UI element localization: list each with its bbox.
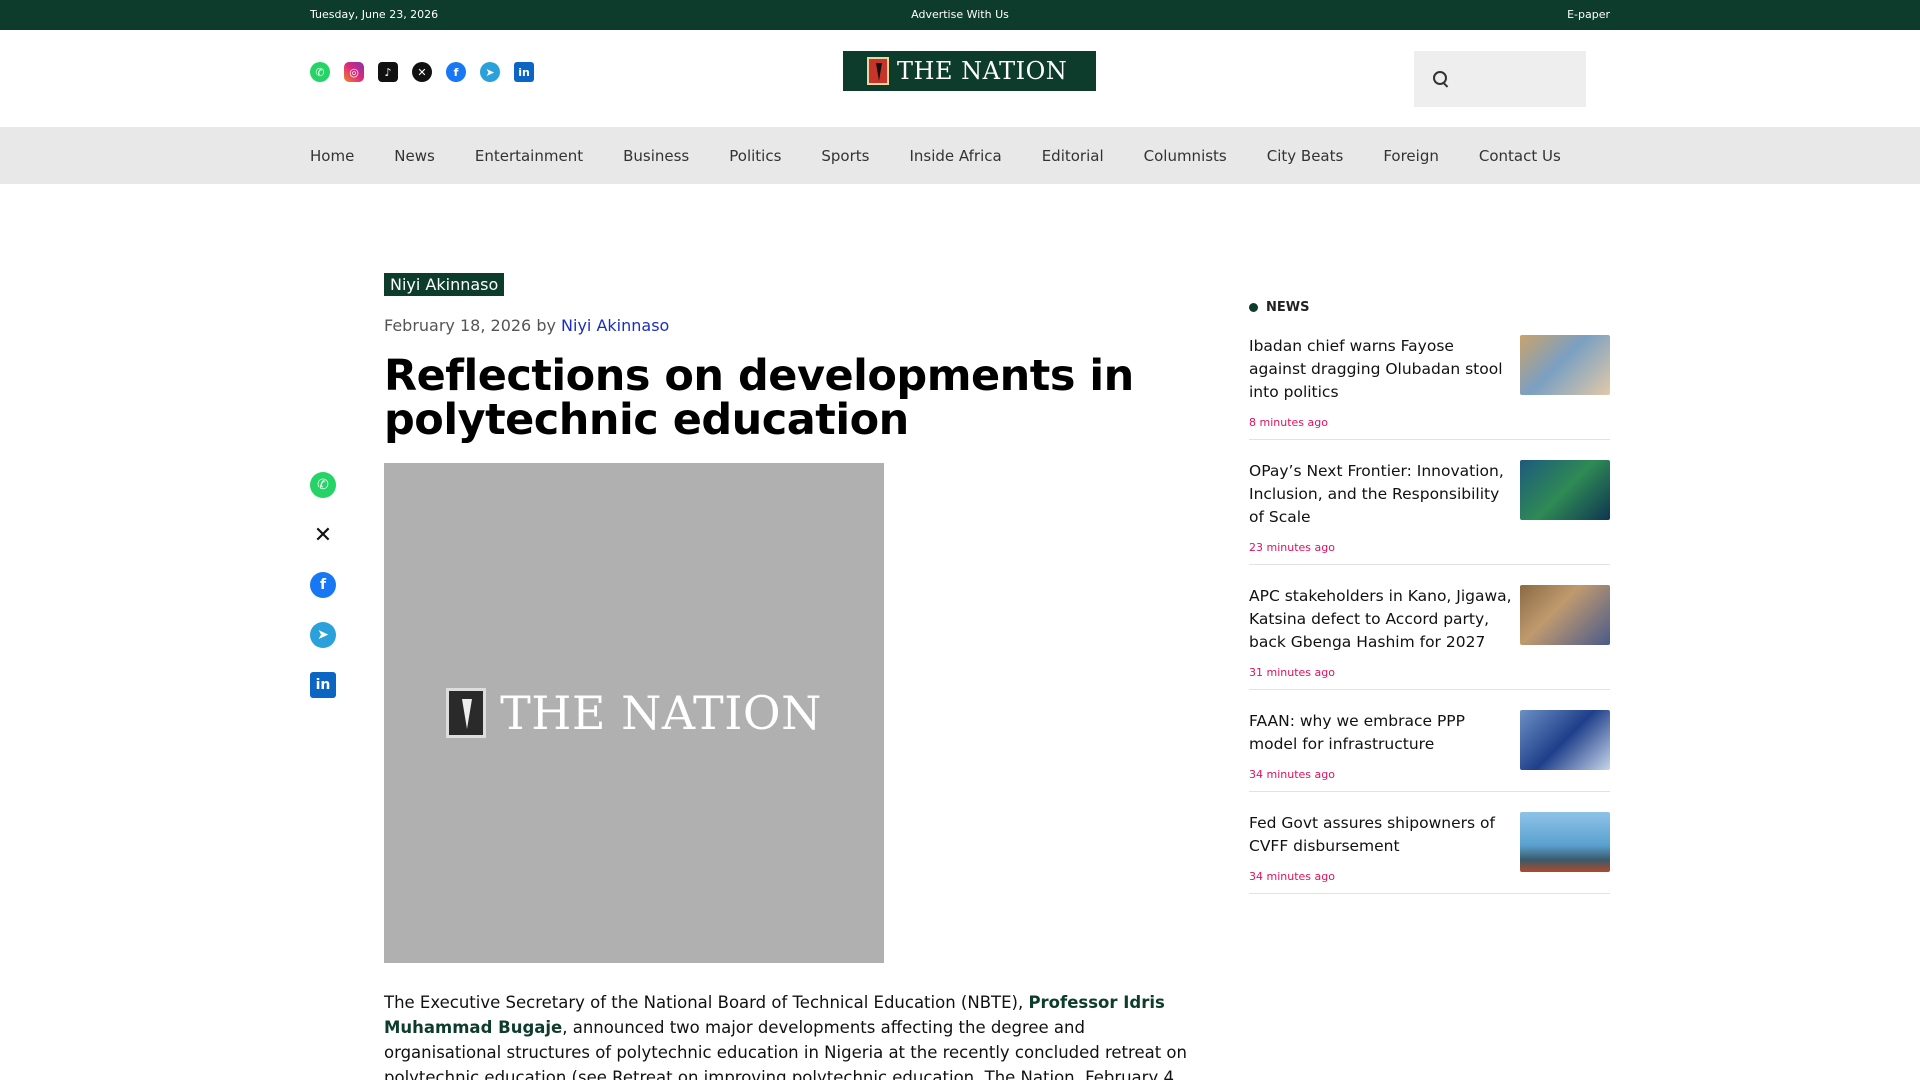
share-linkedin-icon[interactable]: in (310, 672, 336, 698)
search-icon[interactable] (1432, 70, 1450, 88)
facebook-icon[interactable]: f (446, 62, 466, 82)
nav-item-editorial[interactable]: Editorial (1042, 147, 1104, 165)
bullet-dot-icon (1249, 303, 1258, 312)
news-item-title[interactable]: OPay’s Next Frontier: Innovation, Inclus… (1249, 460, 1514, 529)
news-item-thumbnail[interactable] (1520, 585, 1610, 645)
nav-item-entertainment[interactable]: Entertainment (475, 147, 583, 165)
news-item-time: 23 minutes ago (1249, 541, 1335, 554)
news-item-title[interactable]: Ibadan chief warns Fayose against draggi… (1249, 335, 1514, 404)
telegram-icon[interactable]: ➤ (480, 62, 500, 82)
x-icon[interactable]: ✕ (412, 62, 432, 82)
body-text-prefix: The Executive Secretary of the National … (384, 993, 1029, 1012)
share-x-icon[interactable]: ✕ (310, 522, 336, 548)
main-nav: Home News Entertainment Business Politic… (0, 127, 1920, 184)
list-item[interactable]: APC stakeholders in Kano, Jigawa, Katsin… (1249, 585, 1610, 690)
nav-item-inside-africa[interactable]: Inside Africa (909, 147, 1001, 165)
list-item[interactable]: OPay’s Next Frontier: Innovation, Inclus… (1249, 460, 1610, 565)
advertise-link[interactable]: Advertise With Us (0, 8, 1920, 21)
linkedin-icon[interactable]: in (514, 62, 534, 82)
article-meta: February 18, 2026 by Niyi Akinnaso (384, 316, 669, 335)
hero-emblem-icon (446, 688, 487, 738)
list-item[interactable]: Ibadan chief warns Fayose against draggi… (1249, 335, 1610, 440)
whatsapp-icon[interactable]: ✆ (310, 62, 330, 82)
nav-item-columnists[interactable]: Columnists (1144, 147, 1227, 165)
news-item-thumbnail[interactable] (1520, 460, 1610, 520)
news-item-thumbnail[interactable] (1520, 710, 1610, 770)
list-item[interactable]: FAAN: why we embrace PPP model for infra… (1249, 710, 1610, 792)
nav-item-sports[interactable]: Sports (821, 147, 869, 165)
nav-item-foreign[interactable]: Foreign (1383, 147, 1439, 165)
nav-item-home[interactable]: Home (310, 147, 354, 165)
list-item[interactable]: Fed Govt assures shipowners of CVFF disb… (1249, 812, 1610, 894)
top-bar: Tuesday, June 23, 2026 Advertise With Us… (0, 0, 1920, 30)
share-facebook-icon[interactable]: f (310, 572, 336, 598)
author-link[interactable]: Niyi Akinnaso (561, 316, 669, 335)
search-box[interactable] (1414, 51, 1586, 107)
social-links: ✆ ◎ ♪ ✕ f ➤ in (310, 62, 534, 82)
news-item-time: 31 minutes ago (1249, 666, 1335, 679)
site-header: ✆ ◎ ♪ ✕ f ➤ in THE NATION (0, 30, 1920, 127)
logo-emblem-icon (867, 57, 889, 85)
news-item-time: 8 minutes ago (1249, 416, 1328, 429)
news-item-title[interactable]: Fed Govt assures shipowners of CVFF disb… (1249, 812, 1514, 858)
news-item-time: 34 minutes ago (1249, 768, 1335, 781)
by-label: by (536, 316, 556, 335)
hero-logo-text: THE NATION (500, 686, 822, 740)
article-title: Reflections on developments in polytechn… (384, 351, 1134, 445)
news-item-time: 34 minutes ago (1249, 870, 1335, 883)
nav-item-politics[interactable]: Politics (729, 147, 781, 165)
sidebar-heading: NEWS (1249, 300, 1610, 315)
nav-item-city-beats[interactable]: City Beats (1267, 147, 1344, 165)
logo-text: THE NATION (897, 57, 1068, 85)
share-whatsapp-icon[interactable]: ✆ (310, 472, 336, 498)
article-date: February 18, 2026 (384, 316, 532, 335)
epaper-link[interactable]: E-paper (1567, 8, 1610, 21)
site-logo[interactable]: THE NATION (843, 51, 1096, 91)
article-hero-image: THE NATION (384, 463, 884, 963)
news-item-title[interactable]: APC stakeholders in Kano, Jigawa, Katsin… (1249, 585, 1514, 654)
news-sidebar: NEWS Ibadan chief warns Fayose against d… (1249, 300, 1610, 914)
sidebar-heading-text: NEWS (1266, 300, 1310, 315)
news-item-title[interactable]: FAAN: why we embrace PPP model for infra… (1249, 710, 1514, 756)
news-item-thumbnail[interactable] (1520, 335, 1610, 395)
instagram-icon[interactable]: ◎ (344, 62, 364, 82)
share-bar: ✆ ✕ f ➤ in (310, 472, 336, 722)
news-item-thumbnail[interactable] (1520, 812, 1610, 872)
share-telegram-icon[interactable]: ➤ (310, 622, 336, 648)
nav-item-contact-us[interactable]: Contact Us (1479, 147, 1561, 165)
nav-item-news[interactable]: News (394, 147, 435, 165)
category-tag[interactable]: Niyi Akinnaso (384, 273, 505, 296)
nav-item-business[interactable]: Business (623, 147, 689, 165)
article-body: The Executive Secretary of the National … (384, 990, 1194, 1080)
tiktok-icon[interactable]: ♪ (378, 62, 398, 82)
